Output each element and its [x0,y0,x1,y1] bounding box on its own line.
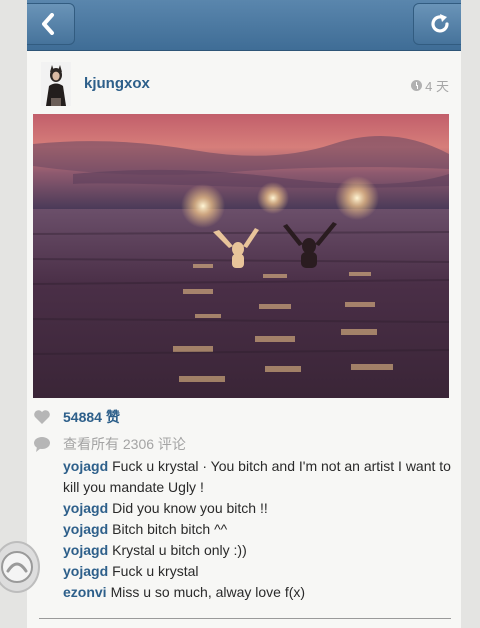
refresh-button[interactable] [413,3,461,45]
post-time: 4 天 [411,76,449,95]
heart-icon[interactable] [33,409,51,425]
post-time-label: 4 天 [425,79,449,94]
assistive-touch-button[interactable] [0,541,40,593]
comment-text: Bitch bitch bitch ^^ [112,521,228,537]
top-nav-bar [27,0,461,51]
likes-row: 54884 赞 [33,406,120,428]
hand-gesture-icon [1,551,33,583]
list-item: yojagd Fuck u krystal [63,561,453,582]
chevron-left-icon [42,13,54,35]
comment-text: Miss u so much, alway love f(x) [110,584,306,600]
comments-list: yojagd Fuck u krystal · You bitch and I'm… [63,456,453,603]
post-username[interactable]: kjungxox [84,75,150,92]
comment-text: Did you know you bitch !! [112,500,268,516]
refresh-icon [431,14,449,33]
list-item: yojagd Did you know you bitch !! [63,498,453,519]
likes-label: 赞 [105,409,120,425]
post-header: kjungxox 4 天 [27,54,461,112]
list-item: yojagd Bitch bitch bitch ^^ [63,519,453,540]
list-item: ezonvi Miss u so much, alway love f(x) [63,582,453,603]
clock-icon [411,80,423,91]
list-item: yojagd Krystal u bitch only :)) [63,540,453,561]
comment-username[interactable]: yojagd [63,563,108,579]
avatar[interactable] [41,62,71,106]
comments-row: 查看所有 2306 评论 [33,433,186,455]
likes-count[interactable]: 54884 [63,409,102,425]
comment-username[interactable]: yojagd [63,521,108,537]
instagram-post-screen: kjungxox 4 天 54884 赞 查看所有 2306 评论 yojagd… [27,0,461,628]
comment-username[interactable]: yojagd [63,542,108,558]
comment-username[interactable]: ezonvi [63,584,107,600]
post-photo[interactable] [33,114,449,398]
comment-text: Fuck u krystal [112,563,199,579]
comment-bubble-icon [34,437,50,452]
comment-username[interactable]: yojagd [63,458,108,474]
list-item: yojagd Fuck u krystal · You bitch and I'm… [63,456,453,498]
comment-username[interactable]: yojagd [63,500,108,516]
comment-text: Krystal u bitch only :)) [112,542,247,558]
divider [39,618,451,619]
view-all-comments-link[interactable]: 查看所有 2306 评论 [63,434,186,454]
comment-text: Fuck u krystal · You bitch and I'm not a… [63,458,451,495]
back-button[interactable] [27,3,75,45]
